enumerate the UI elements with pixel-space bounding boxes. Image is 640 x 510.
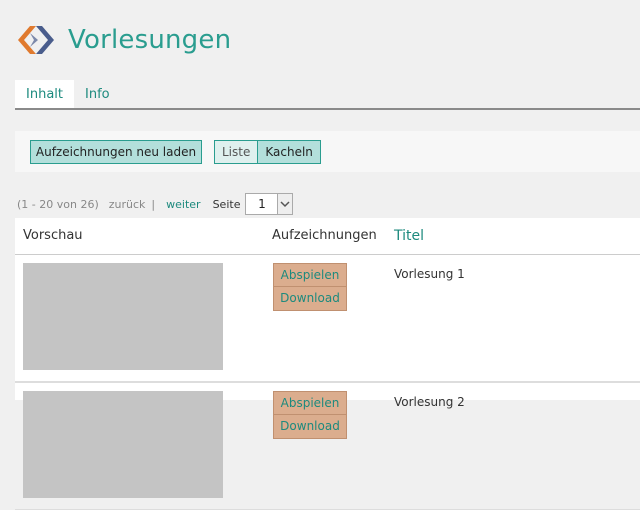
page-header: Vorlesungen (16, 20, 231, 60)
chevrons-logo-icon (18, 26, 54, 54)
row-title: Vorlesung 1 (394, 267, 465, 281)
preview-thumbnail[interactable] (23, 263, 223, 370)
page-title: Vorlesungen (68, 25, 232, 55)
pagination: (1 - 20 von 26) zurück | weiter Seite 1 (17, 192, 294, 216)
download-button[interactable]: Download (273, 287, 347, 311)
tab-info[interactable]: Info (74, 80, 121, 108)
column-header-recordings: Aufzeichnungen (272, 228, 377, 243)
table-row: Abspielen Download Vorlesung 1 (15, 255, 640, 382)
reload-recordings-button[interactable]: Aufzeichnungen neu laden (30, 140, 202, 164)
pager-next-link[interactable]: weiter (166, 198, 200, 211)
page-select[interactable]: 1 (245, 193, 294, 215)
download-button[interactable]: Download (273, 415, 347, 439)
chevron-down-icon[interactable] (277, 194, 293, 214)
pager-prev[interactable]: zurück (109, 198, 146, 211)
view-tiles-button[interactable]: Kacheln (258, 141, 320, 163)
view-toggle: Liste Kacheln (214, 140, 321, 164)
pager-range: (1 - 20 von 26) (17, 197, 99, 211)
preview-thumbnail[interactable] (23, 391, 223, 498)
page-select-value: 1 (258, 197, 266, 211)
tab-inhalt[interactable]: Inhalt (15, 80, 74, 108)
table-row: Abspielen Download Vorlesung 2 (15, 382, 640, 510)
column-header-title[interactable]: Titel (394, 228, 424, 244)
tab-bar: Inhalt Info (15, 80, 640, 110)
row-title: Vorlesung 2 (394, 395, 465, 409)
play-button[interactable]: Abspielen (273, 391, 347, 415)
play-button[interactable]: Abspielen (273, 263, 347, 287)
toolbar: Aufzeichnungen neu laden Liste Kacheln (15, 131, 640, 172)
recording-actions: Abspielen Download (273, 263, 347, 311)
column-header-preview: Vorschau (23, 228, 83, 243)
table-header: Vorschau Aufzeichnungen Titel (15, 218, 640, 255)
page-label: Seite (212, 197, 241, 211)
view-list-button[interactable]: Liste (215, 141, 259, 163)
recordings-table: Vorschau Aufzeichnungen Titel Abspielen … (15, 218, 640, 510)
pager-separator: | (151, 197, 156, 211)
recording-actions: Abspielen Download (273, 391, 347, 439)
